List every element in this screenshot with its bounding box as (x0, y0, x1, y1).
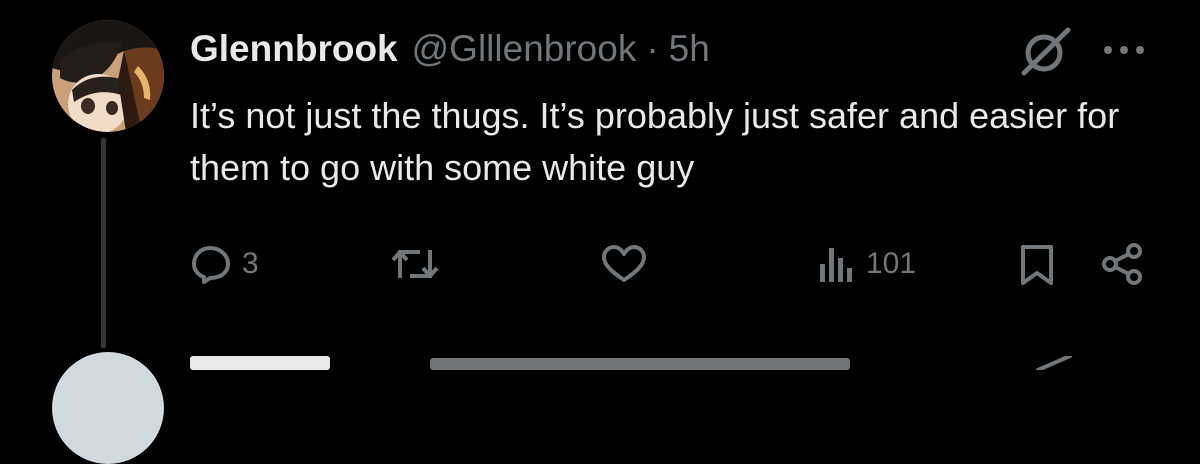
like-button[interactable] (600, 244, 658, 284)
share-icon (1102, 243, 1142, 285)
reply-button[interactable]: 3 (190, 244, 259, 284)
more-icon[interactable] (1102, 40, 1146, 60)
action-bar: 3 101 (0, 230, 1200, 296)
like-icon (602, 245, 646, 282)
reply-count: 3 (242, 247, 259, 280)
view-count: 101 (866, 247, 917, 280)
share-button[interactable] (1100, 242, 1146, 286)
bookmark-button[interactable] (1018, 244, 1056, 286)
grok-icon[interactable] (1018, 26, 1074, 76)
tweet-text: It’s not just the thugs. It’s probably j… (190, 95, 1120, 188)
next-tweet-meta-cutoff (430, 358, 850, 370)
author-handle[interactable]: @Glllenbrook (412, 28, 637, 70)
tweet-time[interactable]: 5h (669, 28, 710, 70)
views-icon (820, 248, 852, 282)
bookmark-icon (1021, 245, 1053, 285)
next-tweet-header-cutoff (190, 356, 330, 370)
anime-avatar-icon (52, 20, 164, 132)
author-avatar[interactable] (52, 20, 164, 132)
tweet-header: Glennbrook @Glllenbrook · 5h (190, 26, 710, 72)
repost-icon (391, 250, 439, 278)
views-button[interactable]: 101 (818, 244, 916, 284)
author-name[interactable]: Glennbrook (190, 28, 398, 70)
repost-button[interactable] (390, 244, 450, 284)
next-tweet-avatar[interactable] (52, 352, 164, 464)
next-tweet-grok-icon (1036, 356, 1072, 370)
separator-dot: · (646, 28, 659, 69)
reply-icon (192, 246, 230, 284)
